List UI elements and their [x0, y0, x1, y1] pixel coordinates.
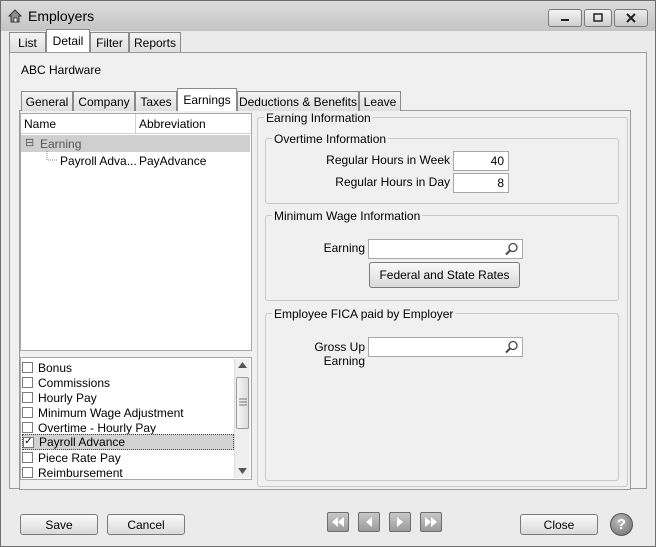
- search-icon[interactable]: [505, 340, 519, 354]
- checkbox[interactable]: [22, 362, 33, 373]
- grip-icon: [239, 398, 247, 406]
- tab-reports[interactable]: Reports: [129, 32, 181, 52]
- checkbox[interactable]: [22, 452, 33, 463]
- tab-filter[interactable]: Filter: [90, 32, 129, 52]
- previous-record-icon: [366, 517, 372, 527]
- tab-list[interactable]: List: [9, 32, 46, 52]
- gross-up-earning-label: Gross Up Earning: [314, 340, 365, 368]
- list-item[interactable]: Hourly Pay: [22, 390, 235, 405]
- hours-in-day-label: Regular Hours in Day: [335, 175, 450, 189]
- previous-record-button[interactable]: [358, 512, 380, 532]
- hours-in-week-input[interactable]: 40: [453, 151, 509, 171]
- checkbox[interactable]: [22, 467, 33, 478]
- tree-group-label: Earning: [40, 137, 82, 151]
- list-item[interactable]: Commissions: [22, 375, 235, 390]
- scroll-thumb[interactable]: [236, 377, 249, 429]
- hours-in-day-input[interactable]: 8: [453, 173, 509, 193]
- hours-in-week-label: Regular Hours in Week: [326, 153, 450, 167]
- tab-general[interactable]: General: [21, 91, 73, 111]
- tab-earnings[interactable]: Earnings: [177, 88, 237, 111]
- scroll-up-icon[interactable]: [238, 362, 247, 368]
- checkbox[interactable]: [22, 392, 33, 403]
- fica-legend: Employee FICA paid by Employer: [272, 307, 456, 321]
- search-icon[interactable]: [505, 242, 519, 256]
- overtime-legend: Overtime Information: [272, 132, 389, 146]
- earning-label: Earning: [323, 241, 365, 255]
- list-item-selected[interactable]: ✓ Payroll Advance: [22, 434, 234, 450]
- app-icon: [7, 8, 23, 24]
- column-header-name[interactable]: Name: [24, 117, 56, 131]
- minimize-icon: [561, 19, 569, 21]
- list-item[interactable]: Bonus: [22, 360, 235, 375]
- save-button[interactable]: Save: [20, 514, 98, 535]
- first-record-icon: [332, 517, 344, 527]
- tab-taxes[interactable]: Taxes: [135, 91, 177, 111]
- close-button[interactable]: Close: [520, 514, 598, 535]
- next-record-button[interactable]: [389, 512, 411, 532]
- cancel-button[interactable]: Cancel: [107, 514, 185, 535]
- first-record-button[interactable]: [327, 512, 349, 532]
- column-divider: [135, 114, 136, 134]
- earning-information-legend: Earning Information: [264, 111, 373, 125]
- list-item[interactable]: Minimum Wage Adjustment: [22, 405, 235, 420]
- list-item[interactable]: Reimbursement: [22, 465, 235, 480]
- gross-up-earning-input[interactable]: [368, 337, 523, 357]
- checkbox-checked[interactable]: ✓: [23, 436, 34, 448]
- last-record-icon: [425, 517, 437, 527]
- last-record-button[interactable]: [420, 512, 442, 532]
- tab-detail[interactable]: Detail: [46, 29, 90, 52]
- federal-state-rates-button[interactable]: Federal and State Rates: [369, 262, 520, 288]
- company-name: ABC Hardware: [21, 63, 102, 77]
- maximize-button[interactable]: [584, 9, 612, 27]
- overtime-group: [265, 138, 619, 204]
- help-icon[interactable]: ?: [610, 513, 633, 536]
- checklist-scrollbar[interactable]: [234, 359, 250, 478]
- list-item[interactable]: Piece Rate Pay: [22, 450, 235, 465]
- checkbox[interactable]: [22, 407, 33, 418]
- list-item[interactable]: Overtime - Hourly Pay: [22, 420, 235, 435]
- tab-deductions-benefits[interactable]: Deductions & Benefits: [237, 91, 359, 111]
- earning-lookup-input[interactable]: [368, 239, 523, 259]
- checkbox[interactable]: [22, 422, 33, 433]
- tree-connector: [46, 151, 58, 161]
- column-header-abbreviation[interactable]: Abbreviation: [139, 117, 206, 131]
- window-title: Employers: [28, 8, 95, 24]
- close-icon: [626, 13, 636, 23]
- collapse-toggle-icon[interactable]: ⊟: [25, 136, 34, 149]
- tree-item-name[interactable]: Payroll Adva...: [60, 154, 137, 168]
- checkbox[interactable]: [22, 377, 33, 388]
- minimize-button[interactable]: [548, 9, 582, 27]
- maximize-icon: [593, 13, 603, 22]
- scroll-down-icon[interactable]: [238, 468, 247, 474]
- tab-company[interactable]: Company: [73, 91, 135, 111]
- tab-leave[interactable]: Leave: [359, 91, 401, 111]
- next-record-icon: [397, 517, 403, 527]
- close-window-button[interactable]: [614, 9, 648, 27]
- tree-item-abbreviation[interactable]: PayAdvance: [139, 154, 206, 168]
- minimum-wage-legend: Minimum Wage Information: [272, 209, 423, 223]
